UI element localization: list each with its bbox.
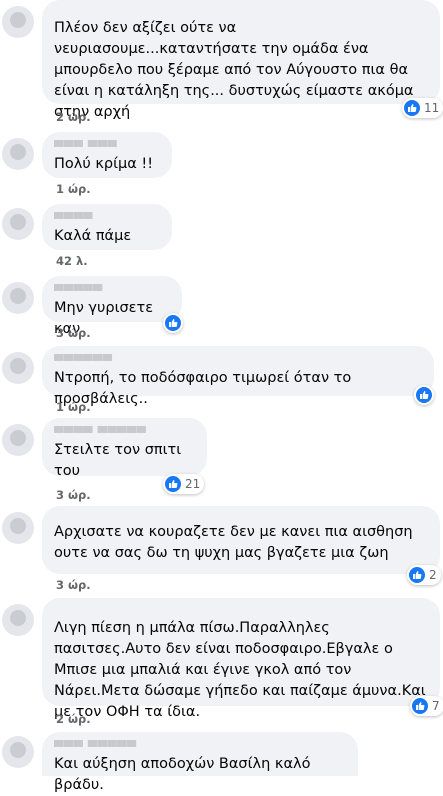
comment-text: Ντροπή, το ποδόσφαιρο τιμωρεί όταν το πρ… — [54, 370, 356, 407]
reaction-summary[interactable]: 7 — [410, 696, 443, 716]
reaction-summary[interactable]: 21 — [163, 474, 205, 494]
avatar[interactable] — [2, 512, 34, 544]
commenter-name: ▀▀▀ ▀▀▀▀▀ — [54, 740, 137, 754]
avatar[interactable] — [2, 736, 34, 768]
like-icon — [165, 476, 181, 492]
comment-time[interactable]: 2 ώρ. — [56, 110, 91, 124]
avatar[interactable] — [2, 208, 34, 240]
comment-bubble: ▀▀▀▀ Καλά πάμε — [42, 204, 172, 250]
like-icon — [412, 698, 428, 714]
comment-text: Αρχισατε να κουραζετε δεν με κανει πια α… — [54, 524, 418, 561]
like-icon — [404, 100, 420, 116]
comment-bubble: ▀▀▀ ▀▀▀ Πολύ κρίμα !! — [42, 132, 172, 178]
comment-time[interactable]: 3 ώρ. — [56, 488, 91, 502]
comment-bubble: Πλέον δεν αξίζει ούτε να νευριασουμε...κ… — [42, 0, 440, 120]
comment-bubble: ▀▀▀▀▀▀ Ντροπή, το ποδόσφαιρο τιμωρεί ότα… — [42, 346, 434, 407]
comment-text: Και αύξηση αποδοχών Βασίλη καλό βράδυ. — [54, 756, 316, 793]
comment-time[interactable]: 2 ώρ. — [56, 712, 91, 726]
reaction-summary[interactable]: 11 — [402, 98, 443, 118]
comment-time[interactable]: 3 ώρ. — [56, 578, 91, 592]
reaction-summary[interactable] — [163, 313, 183, 333]
comment-time[interactable]: 1 ώρ. — [56, 182, 91, 196]
like-icon — [165, 315, 181, 331]
commenter-name: ▀▀▀▀ ▀▀▀▀▀ — [54, 426, 147, 440]
reaction-count: 21 — [185, 477, 201, 491]
comment-text: Καλά πάμε — [54, 228, 132, 244]
comment-bubble: Αρχισατε να κουραζετε δεν με κανει πια α… — [42, 506, 440, 574]
commenter-name: ▀▀▀▀ — [54, 212, 93, 226]
reaction-count: 2 — [429, 568, 437, 582]
comment-time[interactable]: 1 ώρ. — [56, 400, 91, 414]
avatar[interactable] — [2, 138, 34, 170]
comment-time[interactable]: 3 ώρ. — [56, 326, 91, 340]
avatar[interactable] — [2, 282, 34, 314]
comment-time[interactable]: 42 λ. — [56, 254, 88, 268]
avatar[interactable] — [2, 424, 34, 456]
like-icon — [409, 567, 425, 583]
comment-bubble: ▀▀▀ ▀▀▀▀▀ Και αύξηση αποδοχών Βασίλη καλ… — [42, 732, 358, 793]
like-icon — [416, 387, 432, 403]
comment-text: Πολύ κρίμα !! — [54, 156, 154, 172]
comment-bubble: Λιγη πίεση η μπάλα πίσω.Παραλληλες πασιτ… — [42, 598, 440, 720]
avatar[interactable] — [2, 352, 34, 384]
avatar[interactable] — [2, 6, 34, 38]
avatar[interactable] — [2, 604, 34, 636]
reaction-summary[interactable] — [414, 385, 434, 405]
commenter-name: ▀▀▀▀▀▀ — [54, 354, 113, 368]
reaction-count: 11 — [424, 101, 440, 115]
reaction-summary[interactable]: 2 — [407, 565, 441, 585]
commenter-name: ▀▀▀▀▀ — [54, 284, 103, 298]
commenter-name: ▀▀▀ ▀▀▀ — [54, 140, 118, 154]
comment-bubble: ▀▀▀▀ ▀▀▀▀▀ Στειλτε τον σπιτι του — [42, 418, 207, 479]
comment-bubble: ▀▀▀▀▀ Μην γυρισετε καν — [42, 276, 182, 337]
comment-text: Πλέον δεν αξίζει ούτε να νευριασουμε...κ… — [54, 20, 419, 120]
comment-text: Λιγη πίεση η μπάλα πίσω.Παραλληλες πασιτ… — [54, 620, 431, 720]
reaction-count: 7 — [432, 699, 440, 713]
